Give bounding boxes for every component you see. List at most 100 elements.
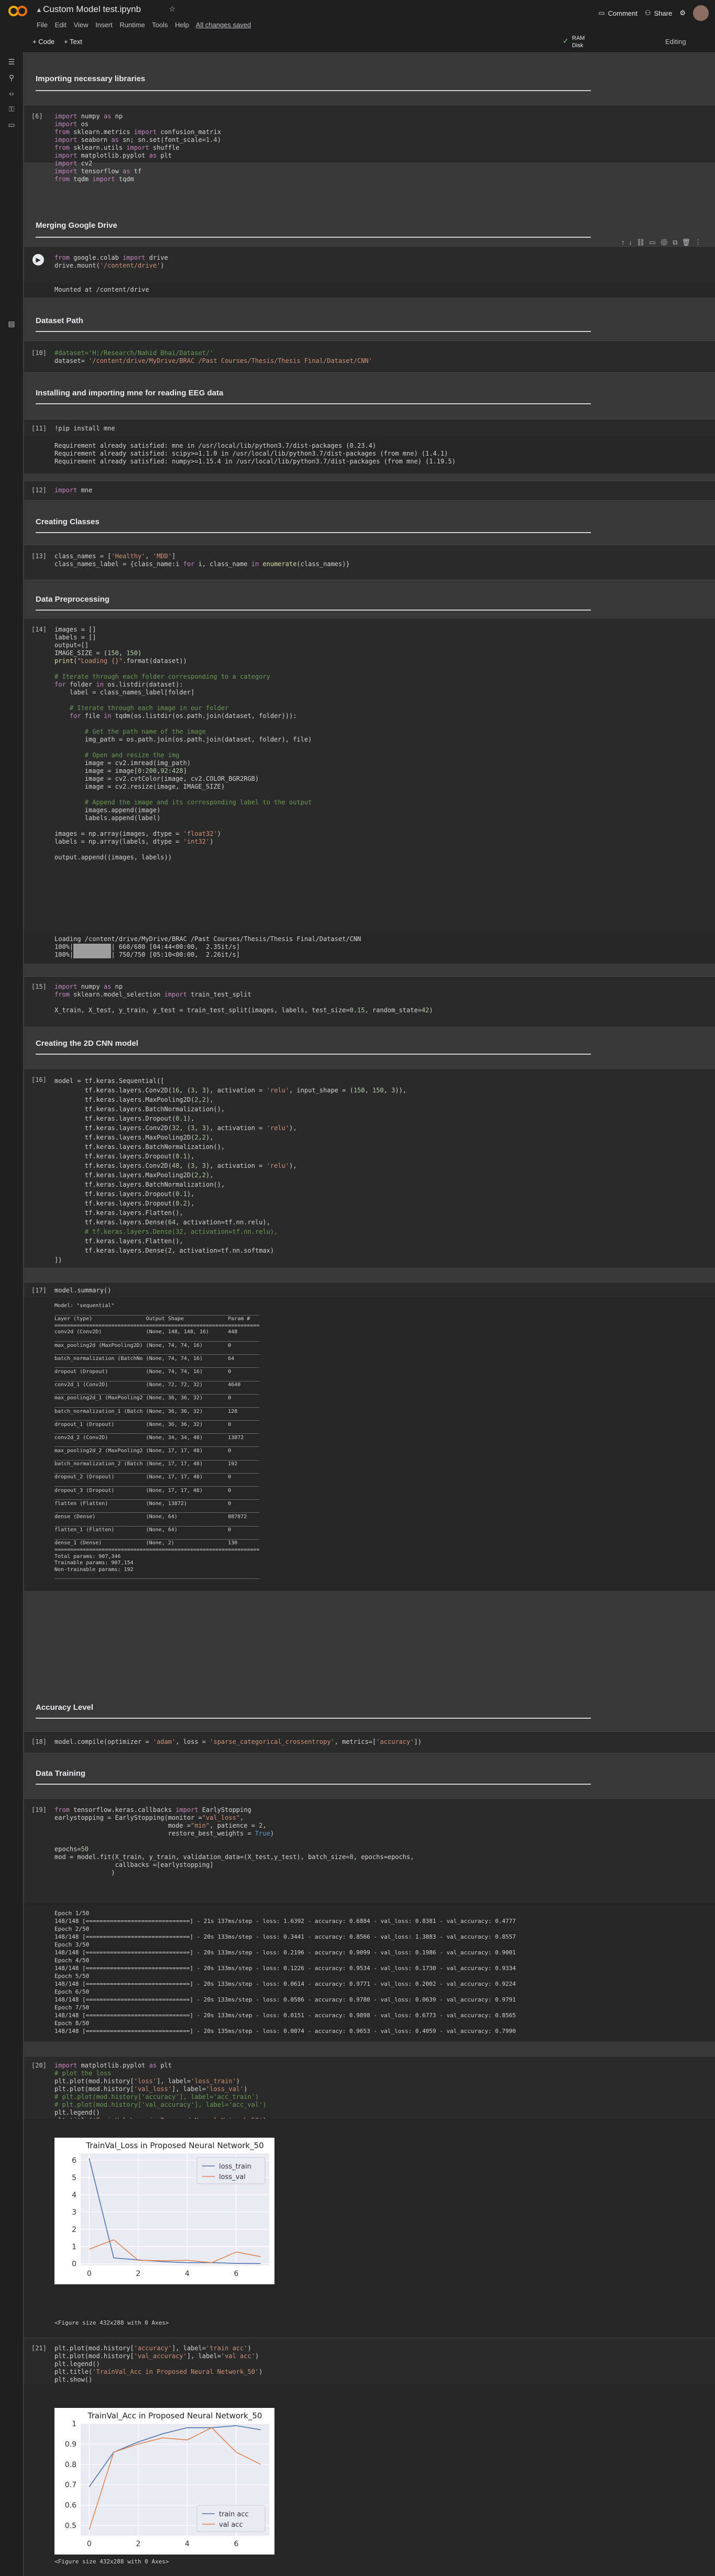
secrets-icon[interactable]: ⚿ xyxy=(7,105,16,113)
divider xyxy=(36,403,591,404)
cell-source[interactable]: images = [] labels = [] output=[] IMAGE_… xyxy=(54,626,312,861)
code-cell[interactable]: [11] !pip install mne xyxy=(24,419,715,437)
menu-help[interactable]: Help xyxy=(175,21,189,29)
cell-source[interactable]: !pip install mne xyxy=(54,425,115,433)
section-heading: Creating Classes xyxy=(36,517,100,526)
cell-source[interactable]: from google.colab import drive drive.mou… xyxy=(54,254,168,270)
y-tick-label: 2 xyxy=(72,2226,76,2234)
divider xyxy=(36,90,591,91)
text-cell[interactable]: Installing and importing mne for reading… xyxy=(24,384,715,411)
add-code-button[interactable]: + Code xyxy=(32,38,54,46)
code-cell[interactable]: [20] import matplotlib.pyplot as plt # p… xyxy=(24,2056,715,2140)
divider xyxy=(36,1718,591,1719)
text-cell[interactable]: Data Preprocessing xyxy=(24,590,715,616)
text-cell[interactable]: Data Training xyxy=(24,1765,715,1791)
legend-label: loss_train xyxy=(219,2163,251,2171)
menu-edit[interactable]: Edit xyxy=(55,21,67,29)
terminal-icon[interactable]: ▤ xyxy=(7,319,16,328)
x-tick-label: 2 xyxy=(136,2540,140,2548)
toc-icon[interactable]: ☰ xyxy=(7,58,16,66)
text-cell[interactable]: Creating the 2D CNN model xyxy=(24,1035,715,1061)
add-text-button[interactable]: + Text xyxy=(64,38,82,46)
divider xyxy=(36,1784,591,1785)
section-heading: Merging Google Drive xyxy=(36,221,117,230)
cell-source[interactable]: model.summary() xyxy=(54,1287,111,1295)
star-icon[interactable]: ☆ xyxy=(169,4,175,14)
cell-source[interactable]: import mne xyxy=(54,487,92,494)
code-cell[interactable]: [15] import numpy as np from sklearn.mod… xyxy=(24,976,715,1027)
comment-button[interactable]: Comment xyxy=(608,9,637,17)
cell-output: Loading /content/drive/MyDrive/BRAC /Pas… xyxy=(24,932,715,964)
code-cell[interactable]: [12] import mne xyxy=(24,481,715,501)
code-cell[interactable]: [17] model.summary() xyxy=(24,1282,715,1299)
y-tick-label: 1 xyxy=(72,2243,76,2251)
menu-insert[interactable]: Insert xyxy=(95,21,113,29)
y-tick-label: 3 xyxy=(72,2208,76,2217)
cell-source[interactable]: class_names = ['Healthy', 'MDD'] class_n… xyxy=(54,552,350,568)
menu-runtime[interactable]: Runtime xyxy=(119,21,145,29)
cell-output: Mounted at /content/drive xyxy=(24,283,715,297)
editing-mode[interactable]: Editing xyxy=(665,38,686,46)
section-heading: Dataset Path xyxy=(36,316,83,325)
text-cell[interactable]: Merging Google Drive xyxy=(24,214,715,245)
y-tick-label: 0.7 xyxy=(65,2481,76,2490)
avatar[interactable] xyxy=(693,5,709,21)
folder-icon[interactable]: ▭ xyxy=(7,120,16,129)
code-cell[interactable]: [21] plt.plot(mod.history['accuracy'], l… xyxy=(24,2338,715,2391)
cell-exec-count: [15] xyxy=(31,983,47,990)
header-actions: ▭ Comment ⚇ Share ⚙ xyxy=(598,5,709,21)
code-cell[interactable]: [14] images = [] labels = [] output=[] I… xyxy=(24,618,715,933)
gear-icon[interactable]: ⚙ xyxy=(679,9,686,17)
code-cell-selected[interactable]: ↑↓⛓▭⚙⧉🗑⋮ ▶ from google.colab import driv… xyxy=(24,238,715,284)
colab-logo[interactable] xyxy=(7,5,28,17)
code-cell[interactable]: [18] model.compile(optimizer = 'adam', l… xyxy=(24,1731,715,1753)
code-snippets-icon[interactable]: ‹› xyxy=(7,89,16,97)
menu-view[interactable]: View xyxy=(74,21,89,29)
share-button[interactable]: Share xyxy=(654,9,673,17)
menu-file[interactable]: File xyxy=(37,21,48,29)
accuracy-chart: 0 2 4 6 0.5 0.6 0.7 0.8 0.9 1 TrainVal_Acc in Prop… xyxy=(54,2408,274,2555)
cell-source[interactable]: #dataset='H:/Research/Nahid Bhai/Dataset… xyxy=(54,349,372,365)
y-tick-label: 0.8 xyxy=(65,2461,76,2469)
save-status[interactable]: All changes saved xyxy=(196,21,251,29)
code-cell[interactable]: [10] #dataset='H:/Research/Nahid Bhai/Da… xyxy=(24,340,715,373)
code-cell[interactable]: [6] import numpy as np import os from sk… xyxy=(24,105,715,183)
search-icon[interactable]: ⚲ xyxy=(7,73,16,82)
menu-bar: File Edit View Insert Runtime Tools Help… xyxy=(37,21,256,29)
cell-output: Model: "sequential" ____________________… xyxy=(24,1298,715,1591)
figure-caption: <Figure size 432x288 with 0 Axes> xyxy=(54,2319,169,2326)
cell-source[interactable]: import numpy as np import os from sklear… xyxy=(54,113,221,183)
code-cell[interactable]: [16] model = tf.keras.Sequential([ tf.ke… xyxy=(24,1068,715,1268)
cell-source[interactable]: model.compile(optimizer = 'adam', loss =… xyxy=(54,1738,422,1746)
cell-exec-count: [12] xyxy=(31,487,47,494)
text-cell[interactable]: Accuracy Level xyxy=(24,1701,715,1725)
cell-source[interactable]: model = tf.keras.Sequential([ tf.keras.l… xyxy=(54,1076,406,1265)
y-tick-label: 0 xyxy=(72,2260,76,2269)
text-cell[interactable]: Creating Classes xyxy=(24,513,715,537)
y-tick-label: 6 xyxy=(72,2157,76,2165)
output-text: Mounted at /content/drive xyxy=(54,286,149,293)
cell-exec-count: [20] xyxy=(31,2062,47,2069)
cell-exec-count: [6] xyxy=(31,113,43,120)
legend-label: loss_val xyxy=(219,2173,246,2181)
cell-exec-count: [21] xyxy=(31,2345,47,2352)
cell-exec-count: [14] xyxy=(31,626,47,633)
check-icon: ✓ xyxy=(563,37,569,45)
cell-source[interactable]: import numpy as np from sklearn.model_se… xyxy=(54,983,433,1014)
code-cell[interactable]: [19] from tensorflow.keras.callbacks imp… xyxy=(24,1798,715,1904)
cell-output: 0 2 4 6 0 1 2 3 4 5 6 TrainVal_Loss in Proposed Neu… xyxy=(24,2119,715,2339)
menu-tools[interactable]: Tools xyxy=(152,21,168,29)
drive-icon[interactable]: ▲ xyxy=(36,6,42,14)
run-cell-button[interactable]: ▶ xyxy=(32,254,44,266)
text-cell[interactable]: Importing necessary libraries xyxy=(24,67,715,93)
comment-icon: ▭ xyxy=(598,9,605,17)
cell-source[interactable]: from tensorflow.keras.callbacks import E… xyxy=(54,1806,414,1877)
text-cell[interactable]: Dataset Path xyxy=(24,312,715,338)
x-tick-label: 0 xyxy=(87,2270,92,2278)
ram-label: RAM xyxy=(572,35,585,41)
code-cell[interactable]: [13] class_names = ['Healthy', 'MDD'] cl… xyxy=(24,545,715,580)
resource-indicator[interactable]: RAM Disk xyxy=(572,35,585,49)
cell-toolbar[interactable]: ↑↓⛓▭⚙⧉🗑⋮ xyxy=(621,238,706,247)
y-tick-label: 0.9 xyxy=(65,2440,76,2449)
notebook-title[interactable]: Custom Model test.ipynb xyxy=(43,4,141,15)
